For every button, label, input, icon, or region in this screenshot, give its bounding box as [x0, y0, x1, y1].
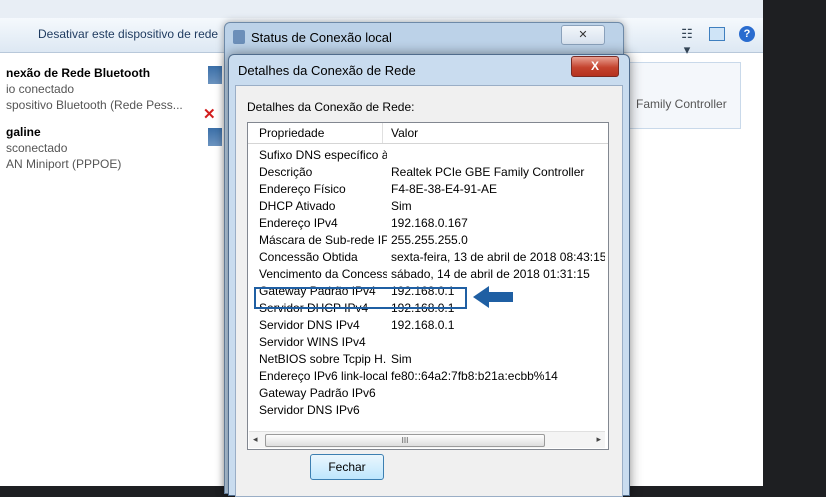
property-cell: NetBIOS sobre Tcpip H... [259, 352, 387, 366]
table-row[interactable]: Endereço IPv6 link-local fe80::64a2:7fb8… [248, 369, 608, 385]
connection-status: sconectado [6, 141, 68, 155]
table-row[interactable]: DHCP Ativado Sim [248, 199, 608, 215]
disable-device-button[interactable]: Desativar este dispositivo de rede [38, 27, 218, 41]
help-icon[interactable]: ? [739, 26, 755, 42]
column-separator[interactable] [382, 123, 383, 143]
property-cell: Gateway Padrão IPv6 [259, 386, 376, 400]
value-cell: sábado, 14 de abril de 2018 01:31:15 [391, 267, 590, 281]
connection-device: AN Miniport (PPPOE) [6, 157, 122, 171]
network-adapter-icon [208, 66, 222, 84]
window-top-strip [0, 0, 763, 18]
arrow-left-icon [473, 286, 513, 308]
value-cell: sexta-feira, 13 de abril de 2018 08:43:1… [391, 250, 605, 264]
status-close-button[interactable]: ✕ [561, 25, 605, 45]
property-cell: Sufixo DNS específico à... [259, 148, 387, 162]
value-cell: 255.255.255.0 [391, 233, 468, 247]
table-row[interactable]: Endereço IPv4 192.168.0.167 [248, 216, 608, 232]
table-row[interactable]: Sufixo DNS específico à... [248, 148, 608, 164]
connection-device: spositivo Bluetooth (Rede Pess... [6, 98, 183, 112]
scrollbar-thumb[interactable]: III [265, 434, 545, 447]
property-cell: Endereço IPv6 link-local [259, 369, 387, 383]
table-row[interactable]: Descrição Realtek PCIe GBE Family Contro… [248, 165, 608, 181]
status-dialog-title: Status de Conexão local [251, 30, 392, 45]
scroll-left-icon[interactable]: ◂ [253, 434, 258, 445]
table-row[interactable]: Concessão Obtida sexta-feira, 13 de abri… [248, 250, 608, 266]
column-header-property[interactable]: Propriedade [259, 126, 324, 140]
view-options-icon[interactable]: ☷ ▾ [679, 26, 695, 57]
property-cell: Descrição [259, 165, 313, 179]
table-row[interactable]: Máscara de Sub-rede IP... 255.255.255.0 [248, 233, 608, 249]
gateway-highlight-box [254, 287, 467, 309]
table-row[interactable]: NetBIOS sobre Tcpip H... Sim [248, 352, 608, 368]
connection-status: io conectado [6, 82, 75, 96]
value-cell: F4-8E-38-E4-91-AE [391, 182, 498, 196]
value-cell: 192.168.0.167 [391, 216, 468, 230]
property-cell: Endereço IPv4 [259, 216, 338, 230]
toolbar-icons: ☷ ▾ ? [679, 26, 755, 57]
table-row[interactable]: Servidor WINS IPv4 [248, 335, 608, 351]
property-cell: Servidor DNS IPv6 [259, 403, 360, 417]
value-cell: 192.168.0.1 [391, 318, 455, 332]
property-cell: DHCP Ativado [259, 199, 336, 213]
local-connection-item[interactable] [620, 62, 741, 129]
connection-title: galine [6, 125, 41, 139]
bluetooth-connection-item[interactable]: nexão de Rede Bluetooth io conectado spo… [6, 65, 183, 113]
section-label: Detalhes da Conexão de Rede: [247, 100, 415, 114]
table-row[interactable]: Vencimento da Concess... sábado, 14 de a… [248, 267, 608, 283]
value-cell: Sim [391, 199, 412, 213]
list-header: Propriedade Valor [248, 123, 608, 144]
details-close-button[interactable]: X [571, 56, 619, 77]
connection-title: nexão de Rede Bluetooth [6, 66, 151, 80]
table-row[interactable]: Endereço Físico F4-8E-38-E4-91-AE [248, 182, 608, 198]
adapter-name-text: Family Controller [636, 97, 727, 111]
details-dialog-title: Detalhes da Conexão de Rede [238, 63, 416, 78]
property-cell: Máscara de Sub-rede IP... [259, 233, 387, 247]
scroll-right-icon[interactable]: ▸ [596, 434, 601, 445]
value-cell: Sim [391, 352, 412, 366]
value-cell: Realtek PCIe GBE Family Controller [391, 165, 585, 179]
close-button[interactable]: Fechar [310, 454, 384, 480]
network-icon [233, 30, 245, 44]
property-cell: Concessão Obtida [259, 250, 358, 264]
column-header-value[interactable]: Valor [391, 126, 418, 140]
table-row[interactable]: Gateway Padrão IPv6 [248, 386, 608, 402]
network-adapter-icon [208, 128, 222, 146]
property-cell: Endereço Físico [259, 182, 346, 196]
property-cell: Servidor DNS IPv4 [259, 318, 360, 332]
table-row[interactable]: Servidor DNS IPv4 192.168.0.1 [248, 318, 608, 334]
horizontal-scrollbar[interactable]: ◂ III ▸ [249, 431, 605, 448]
details-dialog: Detalhes da Conexão de Rede X Detalhes d… [228, 54, 630, 497]
value-cell: fe80::64a2:7fb8:b21a:ecbb%14 [391, 369, 558, 383]
pppoe-connection-item[interactable]: galine sconectado AN Miniport (PPPOE) [6, 124, 121, 172]
property-cell: Servidor WINS IPv4 [259, 335, 366, 349]
property-cell: Vencimento da Concess... [259, 267, 387, 281]
disconnected-x-icon: ✕ [203, 106, 216, 123]
preview-pane-icon[interactable] [709, 27, 725, 41]
table-row[interactable]: Servidor DNS IPv6 [248, 403, 608, 419]
details-list[interactable]: Propriedade Valor Sufixo DNS específico … [247, 122, 609, 450]
